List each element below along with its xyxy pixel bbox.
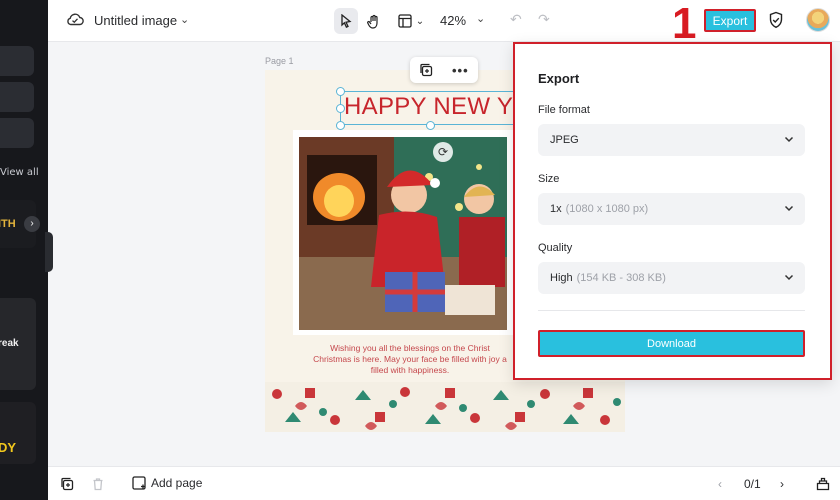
add-page-label: Add page — [151, 476, 203, 490]
greeting-line: Christmas is here. May your face be fill… — [313, 354, 507, 364]
view-all-link[interactable]: View all — [0, 167, 39, 178]
file-format-label: File format — [538, 104, 590, 116]
undo-icon[interactable]: ↶ — [510, 11, 522, 28]
next-page-icon[interactable]: › — [780, 477, 784, 491]
top-toolbar: Untitled image ⌄ ⌄ 42% ⌄ ↶ ↷ Export — [48, 0, 840, 42]
page-label: Page 1 — [265, 56, 294, 66]
photo-illustration — [299, 137, 507, 330]
sidebar-tab[interactable] — [0, 82, 34, 112]
annotation-step-1: 1 — [672, 0, 697, 48]
cursor-icon — [341, 14, 352, 28]
layout-icon — [398, 14, 412, 28]
left-sidebar: View all ITH reak DY › — [0, 0, 48, 500]
template-thumbnail-text: DY — [0, 440, 17, 455]
previous-page-icon[interactable]: ‹ — [718, 477, 722, 491]
size-detail: (1080 x 1080 px) — [565, 203, 649, 215]
quality-detail: (154 KB - 308 KB) — [576, 272, 666, 284]
chevron-down-icon[interactable]: ⌄ — [180, 13, 189, 26]
file-format-value: JPEG — [550, 134, 579, 146]
export-panel: Export File format JPEG Size 1x (1080 x … — [513, 42, 832, 380]
divider — [538, 310, 805, 311]
chevron-down-icon: ⌄ — [415, 15, 425, 27]
christmas-pattern[interactable] — [265, 382, 625, 432]
template-thumbnail[interactable]: DY — [0, 402, 36, 464]
shield-check-icon[interactable] — [768, 11, 784, 29]
file-format-select[interactable]: JPEG — [538, 124, 805, 156]
rotate-icon[interactable]: ⟳ — [433, 142, 453, 162]
add-page-icon — [132, 476, 146, 490]
chevron-down-icon — [784, 205, 794, 212]
selection-box — [340, 91, 520, 125]
greeting-line: filled with happiness. — [370, 365, 450, 375]
greeting-text[interactable]: Wishing you all the blessings on the Chr… — [305, 343, 515, 379]
template-thumbnail[interactable]: reak — [0, 298, 36, 390]
template-thumbnail-text: reak — [0, 338, 19, 349]
page-counter: 0/1 — [744, 477, 761, 491]
size-select[interactable]: 1x (1080 x 1080 px) — [538, 193, 805, 225]
trash-icon[interactable] — [92, 477, 104, 491]
resize-handle[interactable] — [426, 121, 435, 130]
quality-label: Quality — [538, 242, 573, 254]
resize-handle[interactable] — [336, 104, 345, 113]
sidebar-tab[interactable] — [0, 118, 34, 148]
quality-select[interactable]: High (154 KB - 308 KB) — [538, 262, 805, 294]
zoom-level[interactable]: 42% — [440, 13, 466, 28]
hand-tool[interactable] — [362, 8, 386, 34]
select-tool[interactable] — [334, 8, 358, 34]
duplicate-page-icon[interactable] — [60, 477, 74, 491]
document-title[interactable]: Untitled image — [94, 13, 177, 28]
add-page-button[interactable]: Add page — [132, 476, 202, 490]
download-button[interactable]: Download — [538, 330, 805, 357]
resize-handle[interactable] — [336, 121, 345, 130]
christmas-photo[interactable] — [299, 137, 507, 330]
duplicate-icon[interactable] — [419, 63, 433, 77]
chevron-down-icon — [784, 136, 794, 143]
layout-menu[interactable]: ⌄ — [394, 8, 428, 34]
bottom-toolbar: Add page ‹ 0/1 › — [48, 466, 840, 500]
export-button[interactable]: Export — [704, 9, 756, 32]
chevron-down-icon — [784, 274, 794, 281]
chevron-right-icon[interactable]: › — [24, 216, 40, 232]
redo-icon[interactable]: ↷ — [538, 11, 550, 28]
export-panel-title: Export — [538, 71, 580, 86]
chevron-down-icon[interactable]: ⌄ — [476, 12, 485, 25]
reindeer-pattern-graphic — [272, 387, 621, 430]
resize-handle[interactable] — [336, 87, 345, 96]
hand-icon — [367, 14, 378, 29]
size-value: 1x — [550, 203, 562, 215]
greeting-line: Wishing you all the blessings on the Chr… — [330, 343, 490, 353]
floating-toolbar: ••• — [410, 57, 478, 83]
pages-panel-icon[interactable] — [816, 477, 830, 491]
template-thumbnail-text: ITH — [0, 218, 16, 230]
size-label: Size — [538, 173, 560, 185]
more-options-icon[interactable]: ••• — [452, 63, 469, 78]
cloud-save-icon[interactable] — [66, 12, 84, 26]
sidebar-collapse-handle[interactable] — [45, 232, 53, 272]
user-avatar[interactable] — [806, 8, 830, 32]
sidebar-tab[interactable] — [0, 46, 34, 76]
quality-value: High — [550, 272, 573, 284]
